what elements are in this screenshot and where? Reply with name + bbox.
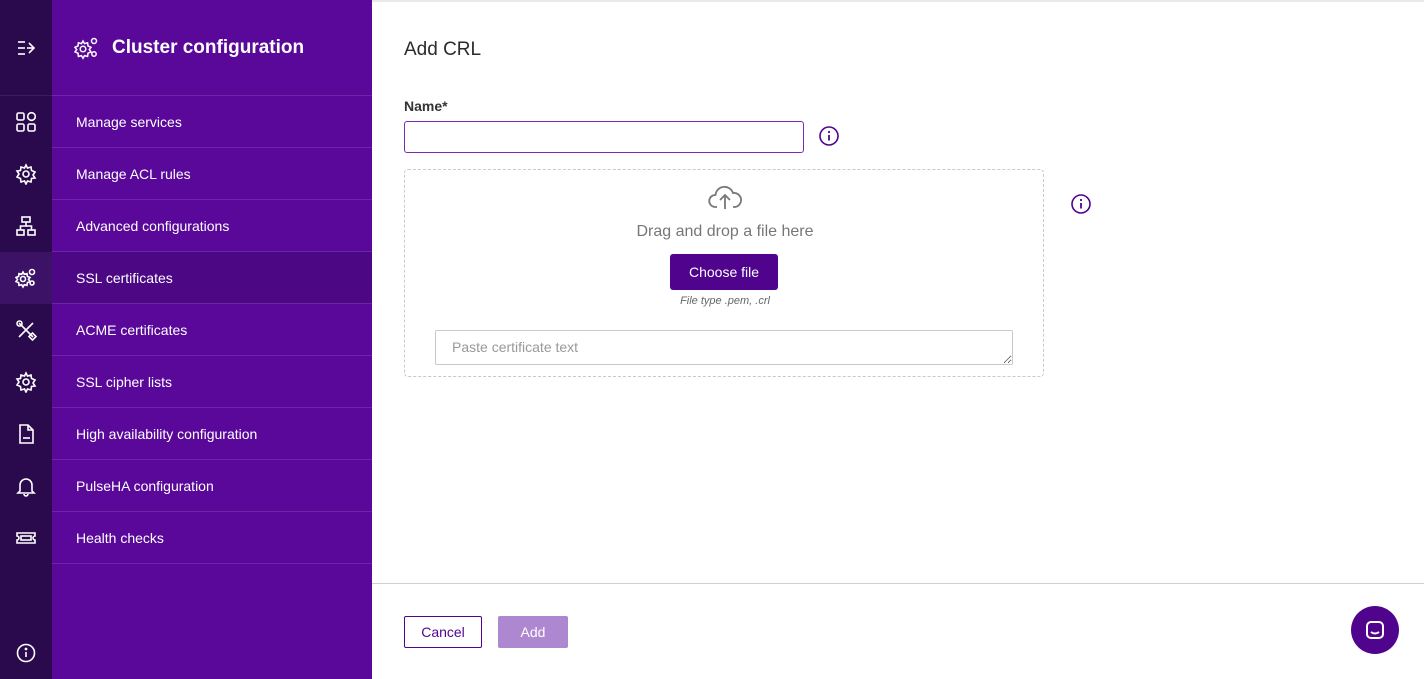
info-icon[interactable] [0, 627, 52, 679]
name-label: Name* [404, 98, 448, 114]
sidebar-item-acme-certificates[interactable]: ACME certificates [52, 304, 372, 356]
cancel-button[interactable]: Cancel [404, 616, 482, 648]
expand-menu-icon[interactable] [0, 22, 52, 74]
chat-icon [1366, 621, 1384, 639]
sidebar-panel: Cluster configuration Manage services Ma… [52, 0, 372, 679]
sidebar-item-high-availability[interactable]: High availability configuration [52, 408, 372, 460]
gear-network-icon[interactable] [0, 148, 52, 200]
file-type-hint: File type .pem, .crl [680, 295, 770, 307]
hierarchy-icon[interactable] [0, 200, 52, 252]
gears-icon[interactable] [0, 252, 52, 304]
sidebar-title: Cluster configuration [112, 37, 305, 58]
sidebar-item-manage-acl-rules[interactable]: Manage ACL rules [52, 148, 372, 200]
drop-text: Drag and drop a file here [636, 223, 814, 240]
sidebar-header: Cluster configuration [52, 0, 372, 96]
main-content: Add CRL Name* Drag and drop a file here … [372, 0, 1424, 679]
sidebar-item-advanced-configurations[interactable]: Advanced configurations [52, 200, 372, 252]
gear-icon[interactable] [0, 356, 52, 408]
sidebar-item-pulseha[interactable]: PulseHA configuration [52, 460, 372, 512]
cloud-upload-icon [708, 184, 742, 212]
grid-icon[interactable] [0, 96, 52, 148]
bell-icon[interactable] [0, 460, 52, 512]
footer-divider [372, 583, 1424, 584]
sidebar-item-ssl-cipher-lists[interactable]: SSL cipher lists [52, 356, 372, 408]
ticket-icon[interactable] [0, 512, 52, 564]
gears-icon [73, 35, 100, 61]
choose-file-button[interactable]: Choose file [670, 254, 778, 290]
add-button[interactable]: Add [498, 616, 568, 648]
file-dropzone[interactable]: Drag and drop a file here Choose file Fi… [404, 169, 1044, 377]
sidebar-item-ssl-certificates[interactable]: SSL certificates [52, 252, 372, 304]
log-file-icon[interactable] [0, 408, 52, 460]
name-input[interactable] [404, 121, 804, 153]
sidebar-item-manage-services[interactable]: Manage services [52, 96, 372, 148]
chat-button[interactable] [1351, 606, 1399, 654]
name-info-icon[interactable] [818, 125, 840, 147]
paste-certificate-textarea[interactable] [435, 330, 1013, 365]
sidebar-item-health-checks[interactable]: Health checks [52, 512, 372, 564]
file-info-icon[interactable] [1070, 193, 1092, 215]
tools-icon[interactable] [0, 304, 52, 356]
page-title: Add CRL [404, 39, 482, 60]
icon-rail [0, 0, 52, 679]
